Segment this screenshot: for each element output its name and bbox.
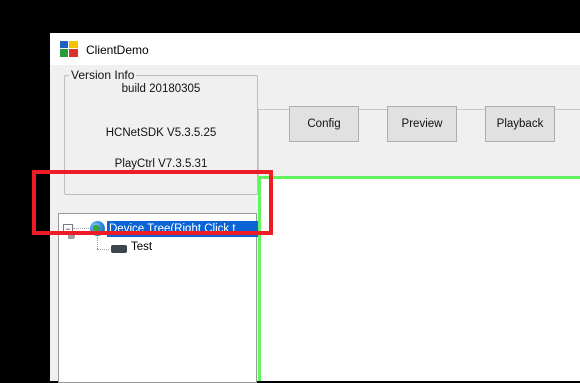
- window-title: ClientDemo: [86, 43, 149, 57]
- tree-item-test[interactable]: Test: [131, 241, 152, 253]
- title-bar[interactable]: ClientDemo: [50, 33, 580, 65]
- playback-button[interactable]: Playback: [485, 106, 555, 142]
- version-info-legend: Version Info: [69, 68, 137, 82]
- build-text: build 20180305: [121, 83, 201, 95]
- sdk-version-text: HCNetSDK V5.3.5.25: [105, 127, 217, 139]
- clientdemo-app-icon: [60, 41, 78, 57]
- tree-connector-vertical: [97, 237, 98, 249]
- config-button[interactable]: Config: [289, 106, 359, 142]
- annotation-highlight-box: [32, 170, 273, 235]
- dvr-device-icon: [111, 245, 127, 253]
- preview-button[interactable]: Preview: [387, 106, 457, 142]
- device-tree[interactable]: − Device Tree(Right Click t Test: [58, 213, 262, 383]
- playctrl-version-text: PlayCtrl V7.3.5.31: [114, 158, 208, 170]
- tree-connector-child: [97, 249, 109, 250]
- video-preview-area[interactable]: [258, 176, 580, 381]
